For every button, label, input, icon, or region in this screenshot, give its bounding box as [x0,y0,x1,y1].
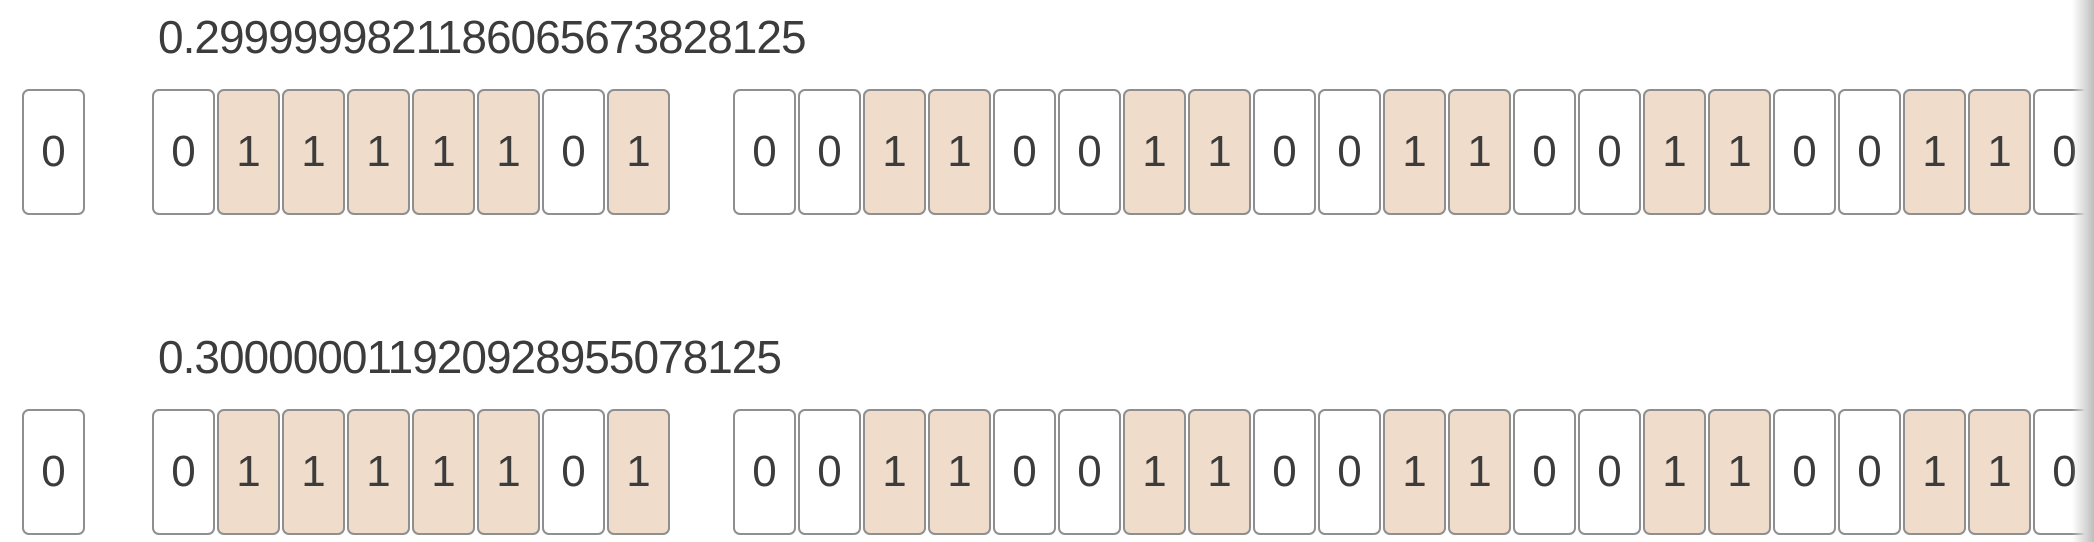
mantissa-bit: 0 [1578,409,1641,535]
exponent-bit: 1 [282,89,345,215]
mantissa-bit: 1 [1123,89,1186,215]
sign-bit: 0 [22,409,85,535]
mantissa-bit: 0 [2033,409,2094,535]
mantissa-bit: 1 [1188,89,1251,215]
exponent-bit: 0 [542,409,605,535]
float-value-label-2: 0.300000011920928955078125 [158,331,782,383]
mantissa-bit: 0 [1578,89,1641,215]
exponent-bit: 1 [217,409,280,535]
mantissa-bit: 0 [1058,409,1121,535]
mantissa-bit: 0 [1253,89,1316,215]
exponent-bit: 0 [152,89,215,215]
bit-row-2: 001111101001100110011001100110 [0,409,2094,539]
mantissa-bit: 1 [1188,409,1251,535]
exponent-bit: 1 [607,409,670,535]
mantissa-bit: 0 [1838,89,1901,215]
mantissa-bit: 1 [1383,89,1446,215]
exponent-bit: 1 [217,89,280,215]
exponent-bit: 1 [347,409,410,535]
exponent-bit: 0 [152,409,215,535]
mantissa-bit: 0 [1773,409,1836,535]
float-value-label-1: 0.2999999821186065673828125 [158,11,807,63]
mantissa-bit: 1 [1448,89,1511,215]
mantissa-bit: 1 [1643,409,1706,535]
mantissa-bit: 0 [1058,89,1121,215]
mantissa-bit: 0 [2033,89,2094,215]
mantissa-bit: 1 [1123,409,1186,535]
mantissa-bit: 1 [863,89,926,215]
mantissa-bit: 0 [798,409,861,535]
bit-row-1: 001111101001100110011001100110 [0,89,2094,219]
exponent-bit: 1 [282,409,345,535]
mantissa-bit: 0 [993,89,1056,215]
exponent-bit: 1 [477,89,540,215]
mantissa-bit: 1 [1708,409,1771,535]
mantissa-bit: 1 [1448,409,1511,535]
mantissa-bit: 1 [863,409,926,535]
mantissa-bit: 1 [1968,409,2031,535]
mantissa-bit: 0 [1838,409,1901,535]
exponent-bit: 0 [542,89,605,215]
sign-bit: 0 [22,89,85,215]
mantissa-bit: 0 [1318,89,1381,215]
mantissa-bit: 1 [928,89,991,215]
mantissa-bit: 1 [1968,89,2031,215]
mantissa-bit: 1 [1903,89,1966,215]
mantissa-bit: 0 [1513,89,1576,215]
exponent-bit: 1 [412,89,475,215]
exponent-bit: 1 [477,409,540,535]
mantissa-bit: 1 [1383,409,1446,535]
mantissa-bit: 0 [1773,89,1836,215]
mantissa-bit: 1 [1903,409,1966,535]
exponent-bit: 1 [412,409,475,535]
mantissa-bit: 0 [993,409,1056,535]
mantissa-bit: 1 [1643,89,1706,215]
exponent-bit: 1 [607,89,670,215]
mantissa-bit: 0 [1253,409,1316,535]
mantissa-bit: 0 [1318,409,1381,535]
exponent-bit: 1 [347,89,410,215]
mantissa-bit: 1 [928,409,991,535]
mantissa-bit: 0 [1513,409,1576,535]
mantissa-bit: 0 [733,409,796,535]
mantissa-bit: 0 [798,89,861,215]
mantissa-bit: 0 [733,89,796,215]
mantissa-bit: 1 [1708,89,1771,215]
